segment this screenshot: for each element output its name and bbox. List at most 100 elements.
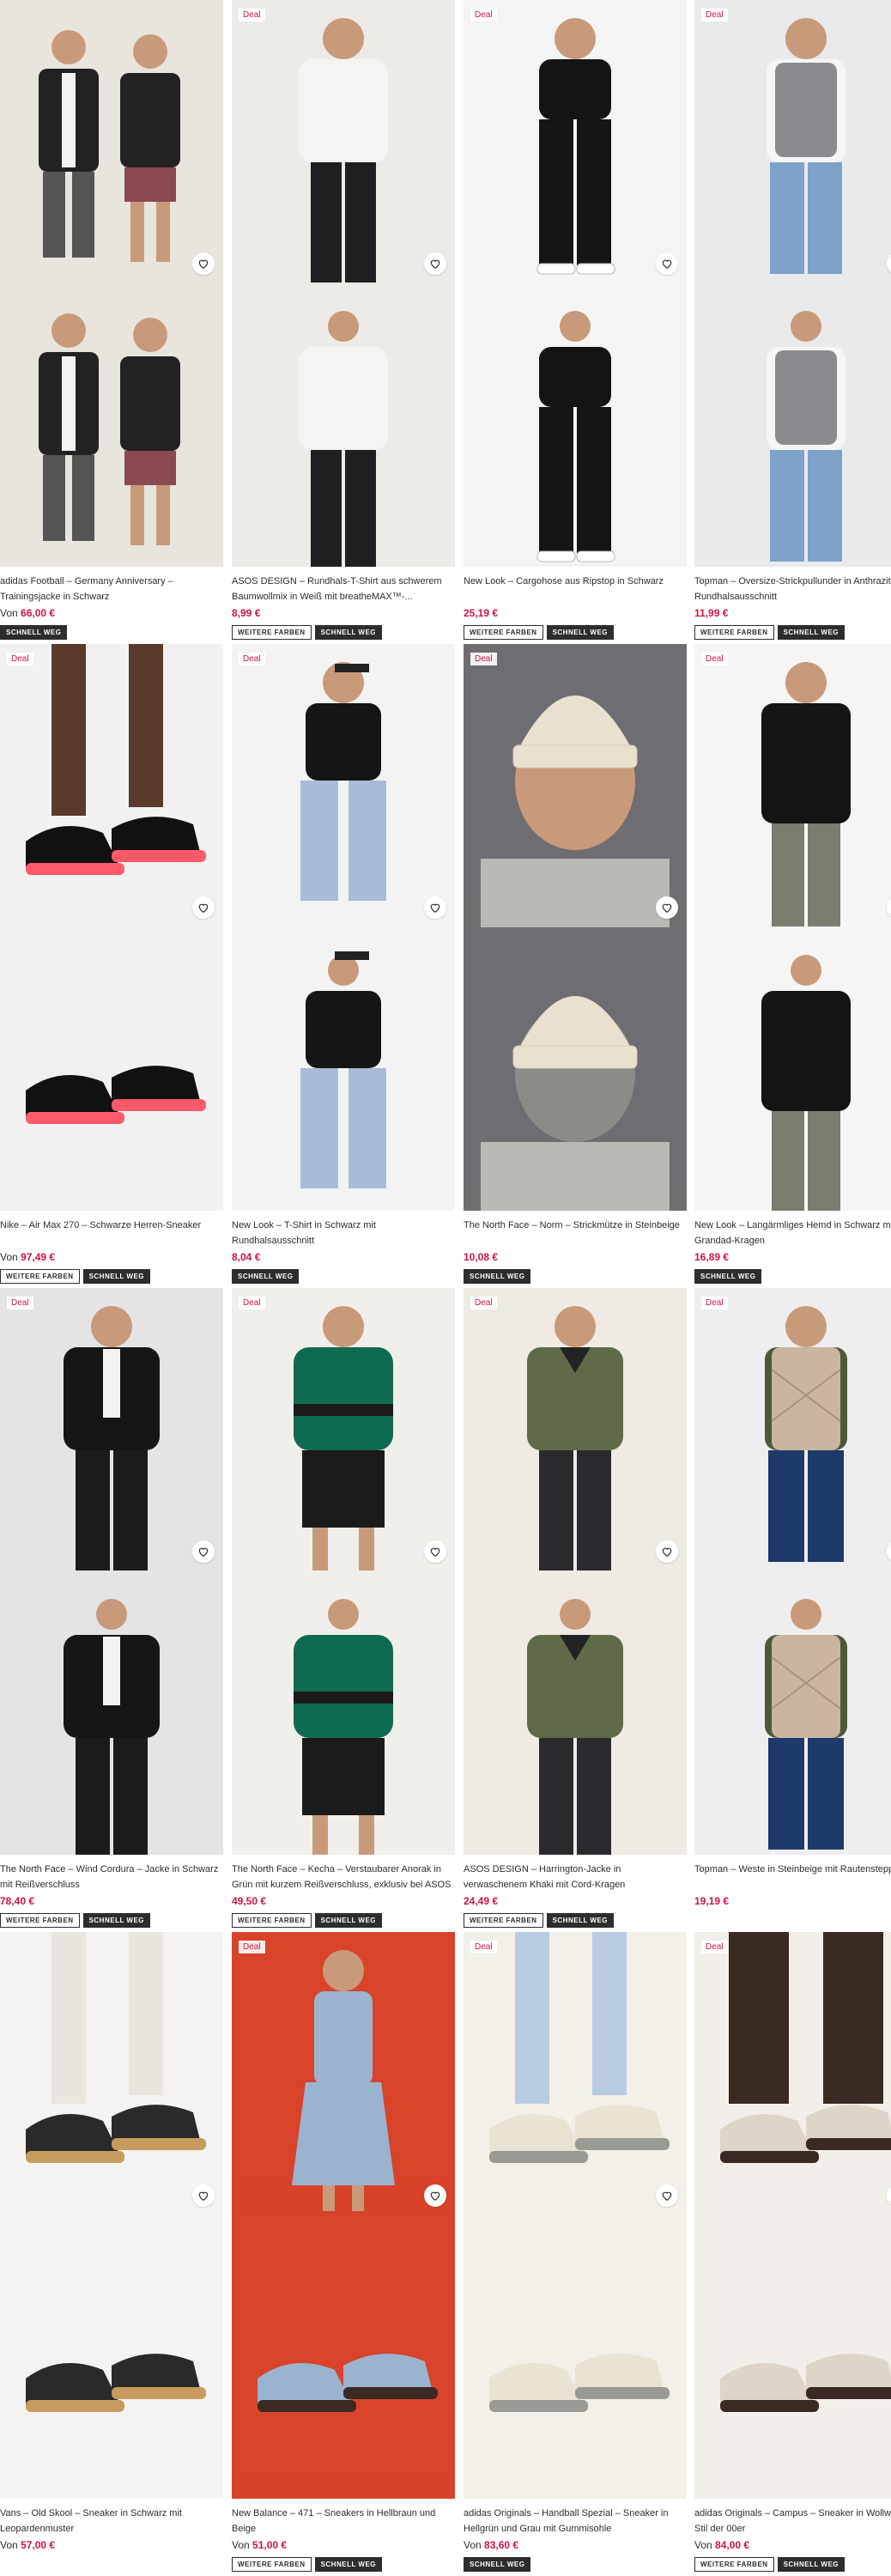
product-image-secondary[interactable] xyxy=(232,2215,455,2499)
product-image-primary[interactable] xyxy=(694,644,891,927)
product-price: 11,99 € xyxy=(694,606,891,620)
product-price: Von 84,00 € xyxy=(694,2538,891,2552)
product-image-secondary[interactable] xyxy=(0,1571,223,1855)
product-image-gallery[interactable]: Deal xyxy=(232,644,455,1211)
product-image-secondary[interactable] xyxy=(694,283,891,567)
selling-fast-badge: SCHNELL WEG xyxy=(777,625,846,640)
product-image-primary[interactable] xyxy=(232,0,455,283)
product-info: ASOS DESIGN – Rundhals-T-Shirt aus schwe… xyxy=(232,574,455,640)
product-badges: SCHNELL WEG xyxy=(0,625,223,640)
save-for-later-heart-icon[interactable] xyxy=(656,252,678,275)
save-for-later-heart-icon[interactable] xyxy=(192,2184,215,2207)
product-image-secondary[interactable] xyxy=(464,2215,687,2499)
product-price: 24,49 € xyxy=(464,1894,687,1908)
product-image-primary[interactable] xyxy=(464,1288,687,1571)
price-value: 16,89 € xyxy=(694,1251,730,1263)
product-image-primary[interactable] xyxy=(0,644,223,927)
product-image-gallery[interactable]: Deal xyxy=(464,644,687,1211)
product-image-gallery[interactable]: Deal xyxy=(464,1932,687,2499)
product-image-primary[interactable] xyxy=(694,1288,891,1571)
product-image-gallery[interactable]: Deal xyxy=(694,644,891,1211)
product-badges: WEITERE FARBEN SCHNELL WEG xyxy=(232,2557,455,2572)
product-image-secondary[interactable] xyxy=(0,283,223,567)
product-image-primary[interactable] xyxy=(232,1932,455,2215)
product-image-secondary[interactable] xyxy=(232,927,455,1211)
product-image-gallery[interactable]: Deal xyxy=(694,1288,891,1855)
product-image-gallery[interactable]: Deal xyxy=(464,1288,687,1855)
product-image-secondary[interactable] xyxy=(0,927,223,1211)
product-title[interactable]: Topman – Weste in Steinbeige mit Rautens… xyxy=(694,1862,891,1893)
product-title[interactable]: adidas Football – Germany Anniversary – … xyxy=(0,574,223,605)
product-info: Vans – Old Skool – Sneaker in Schwarz mi… xyxy=(0,2506,223,2552)
product-info: New Look – Cargohose aus Ripstop in Schw… xyxy=(464,574,687,640)
product-image-gallery[interactable]: Deal xyxy=(232,1932,455,2499)
more-colours-badge: WEITERE FARBEN xyxy=(694,625,774,640)
product-title[interactable]: Nike – Air Max 270 – Schwarze Herren-Sne… xyxy=(0,1218,223,1249)
product-image-primary[interactable] xyxy=(0,1288,223,1571)
product-price: Von 51,00 € xyxy=(232,2538,455,2552)
product-title[interactable]: New Balance – 471 – Sneakers in Hellbrau… xyxy=(232,2506,455,2537)
product-badges: SCHNELL WEG xyxy=(232,1269,455,1284)
product-image-primary[interactable] xyxy=(694,1932,891,2215)
price-prefix: Von xyxy=(464,2539,485,2551)
product-image-secondary[interactable] xyxy=(0,2215,223,2499)
product-image-secondary[interactable] xyxy=(464,283,687,567)
product-info: The North Face – Kecha – Verstaubarer An… xyxy=(232,1862,455,1928)
product-info: Topman – Oversize-Strickpullunder in Ant… xyxy=(694,574,891,640)
product-image-gallery[interactable]: Deal xyxy=(0,1288,223,1855)
product-title[interactable]: New Look – Cargohose aus Ripstop in Schw… xyxy=(464,574,687,605)
product-image-secondary[interactable] xyxy=(464,1571,687,1855)
product-image-gallery[interactable]: Deal xyxy=(0,644,223,1211)
save-for-later-heart-icon[interactable] xyxy=(424,1540,446,1563)
save-for-later-heart-icon[interactable] xyxy=(656,2184,678,2207)
deal-badge: Deal xyxy=(239,653,265,665)
product-price: Von 66,00 € xyxy=(0,606,223,620)
product-image-secondary[interactable] xyxy=(232,1571,455,1855)
product-image-secondary[interactable] xyxy=(694,1571,891,1855)
save-for-later-heart-icon[interactable] xyxy=(192,252,215,275)
product-price: 19,19 € xyxy=(694,1894,891,1908)
save-for-later-heart-icon[interactable] xyxy=(656,896,678,919)
product-image-gallery[interactable]: Deal xyxy=(694,1932,891,2499)
product-image-primary[interactable] xyxy=(232,1288,455,1571)
save-for-later-heart-icon[interactable] xyxy=(192,896,215,919)
product-title[interactable]: The North Face – Wind Cordura – Jacke in… xyxy=(0,1862,223,1893)
deal-badge: Deal xyxy=(239,1297,265,1309)
product-image-secondary[interactable] xyxy=(232,283,455,567)
product-title[interactable]: The North Face – Norm – Strickmütze in S… xyxy=(464,1218,687,1249)
selling-fast-badge: SCHNELL WEG xyxy=(314,2557,383,2572)
product-image-gallery[interactable]: Deal xyxy=(232,1288,455,1855)
product-image-secondary[interactable] xyxy=(464,927,687,1211)
product-title[interactable]: ASOS DESIGN – Harrington-Jacke in verwas… xyxy=(464,1862,687,1893)
product-title[interactable]: adidas Originals – Campus – Sneaker in W… xyxy=(694,2506,891,2537)
save-for-later-heart-icon[interactable] xyxy=(192,1540,215,1563)
product-image-secondary[interactable] xyxy=(694,927,891,1211)
save-for-later-heart-icon[interactable] xyxy=(656,1540,678,1563)
product-image-gallery[interactable]: Deal xyxy=(232,0,455,567)
save-for-later-heart-icon[interactable] xyxy=(424,252,446,275)
product-title[interactable]: The North Face – Kecha – Verstaubarer An… xyxy=(232,1862,455,1893)
product-image-gallery[interactable] xyxy=(0,0,223,567)
product-image-primary[interactable] xyxy=(0,0,223,283)
price-value: 10,08 € xyxy=(464,1251,499,1263)
product-image-gallery[interactable]: Deal xyxy=(464,0,687,567)
deal-badge: Deal xyxy=(7,653,33,665)
save-for-later-heart-icon[interactable] xyxy=(424,896,446,919)
product-title[interactable]: New Look – Langärmliges Hemd in Schwarz … xyxy=(694,1218,891,1249)
product-title[interactable]: Vans – Old Skool – Sneaker in Schwarz mi… xyxy=(0,2506,223,2537)
product-image-primary[interactable] xyxy=(0,1932,223,2215)
product-image-primary[interactable] xyxy=(464,1932,687,2215)
product-image-gallery[interactable]: Deal xyxy=(694,0,891,567)
product-image-primary[interactable] xyxy=(694,0,891,283)
product-title[interactable]: Topman – Oversize-Strickpullunder in Ant… xyxy=(694,574,891,605)
product-title[interactable]: ASOS DESIGN – Rundhals-T-Shirt aus schwe… xyxy=(232,574,455,605)
price-value: 78,40 € xyxy=(0,1895,35,1907)
save-for-later-heart-icon[interactable] xyxy=(424,2184,446,2207)
product-title[interactable]: New Look – T-Shirt in Schwarz mit Rundha… xyxy=(232,1218,455,1249)
product-image-primary[interactable] xyxy=(232,644,455,927)
product-image-gallery[interactable] xyxy=(0,1932,223,2499)
product-image-primary[interactable] xyxy=(464,0,687,283)
product-title[interactable]: adidas Originals – Handball Spezial – Sn… xyxy=(464,2506,687,2537)
product-image-secondary[interactable] xyxy=(694,2215,891,2499)
product-image-primary[interactable] xyxy=(464,644,687,927)
